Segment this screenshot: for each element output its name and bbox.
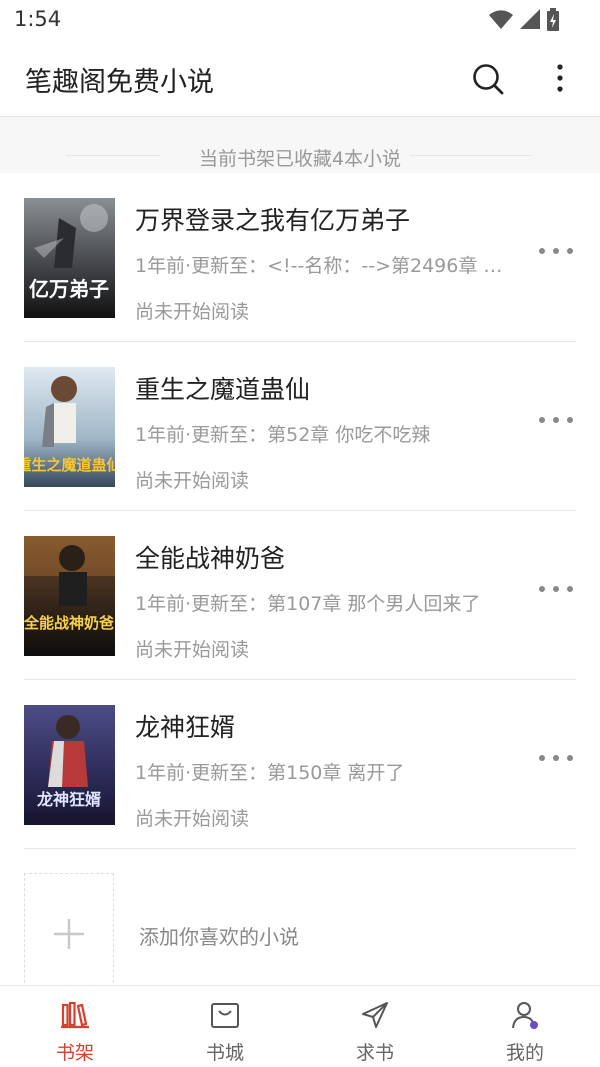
book-update: 1年前·更新至：第107章 那个男人回来了 — [135, 593, 481, 615]
book-item[interactable]: 全能战神奶爸 全能战神奶爸 1年前·更新至：第107章 那个男人回来了 尚未开始… — [24, 511, 576, 680]
book-read-status: 尚未开始阅读 — [135, 301, 250, 323]
book-update: 1年前·更新至：第52章 你吃不吃辣 — [135, 424, 431, 446]
more-horizontal-icon[interactable] — [538, 579, 574, 599]
shelf-count-banner: 当前书架已收藏4本小说 — [0, 117, 600, 173]
shelf-count-text: 当前书架已收藏4本小说 — [198, 148, 402, 170]
tab-request-book[interactable]: 求书 — [300, 986, 450, 1067]
add-book-box[interactable] — [24, 873, 114, 993]
wifi-icon — [488, 10, 513, 29]
add-book-item[interactable]: 添加你喜欢的小说 — [24, 873, 576, 993]
book-cover: 重生之魔道蛊仙 — [24, 367, 115, 487]
status-bar: 1:54 — [0, 0, 600, 40]
status-icons — [488, 8, 560, 32]
search-icon[interactable] — [470, 61, 506, 97]
book-item[interactable]: 重生之魔道蛊仙 重生之魔道蛊仙 1年前·更新至：第52章 你吃不吃辣 尚未开始阅… — [24, 342, 576, 511]
tab-bookshelf[interactable]: 书架 — [0, 986, 150, 1067]
bookstore-icon — [211, 1003, 239, 1028]
tab-label: 书城 — [205, 1042, 244, 1064]
book-item[interactable]: 龙神狂婿 龙神狂婿 1年前·更新至：第150章 离开了 尚未开始阅读 — [24, 680, 576, 849]
app-title: 笔趣阁免费小说 — [25, 67, 214, 98]
cover-text: 龙神狂婿 — [36, 790, 101, 809]
book-title: 重生之魔道蛊仙 — [135, 375, 311, 404]
more-horizontal-icon[interactable] — [538, 241, 574, 261]
tab-label: 我的 — [505, 1042, 544, 1064]
battery-icon — [547, 8, 559, 31]
status-time: 1:54 — [14, 7, 62, 31]
profile-icon — [512, 1002, 538, 1029]
cover-text: 重生之魔道蛊仙 — [24, 456, 115, 474]
tab-bookstore[interactable]: 书城 — [150, 986, 300, 1067]
book-cover: 全能战神奶爸 — [24, 536, 115, 656]
bookshelf-icon — [61, 1001, 89, 1029]
tab-label: 求书 — [355, 1042, 394, 1064]
book-read-status: 尚未开始阅读 — [135, 639, 250, 661]
add-book-text: 添加你喜欢的小说 — [139, 925, 299, 949]
app-bar: 笔趣阁免费小说 — [0, 40, 600, 117]
book-cover: 龙神狂婿 — [24, 705, 115, 825]
book-title: 万界登录之我有亿万弟子 — [135, 206, 411, 235]
book-cover: 亿万弟子 — [24, 198, 115, 318]
book-update: 1年前·更新至：<!--名称：-->第2496章 绿… — [135, 255, 503, 277]
book-item[interactable]: 亿万弟子 万界登录之我有亿万弟子 1年前·更新至：<!--名称：-->第2496… — [24, 173, 576, 342]
more-vertical-icon[interactable] — [548, 62, 572, 96]
book-read-status: 尚未开始阅读 — [135, 808, 250, 830]
book-title: 龙神狂婿 — [135, 713, 236, 742]
more-horizontal-icon[interactable] — [538, 748, 574, 768]
tab-label: 书架 — [55, 1042, 94, 1064]
book-update: 1年前·更新至：第150章 离开了 — [135, 762, 405, 784]
send-request-icon — [362, 1002, 388, 1028]
cover-text: 全能战神奶爸 — [24, 614, 114, 632]
book-title: 全能战神奶爸 — [135, 544, 286, 573]
signal-icon — [519, 9, 540, 29]
tab-profile[interactable]: 我的 — [450, 986, 600, 1067]
plus-icon — [54, 919, 84, 949]
cover-text: 亿万弟子 — [29, 277, 109, 301]
more-horizontal-icon[interactable] — [538, 410, 574, 430]
book-read-status: 尚未开始阅读 — [135, 470, 250, 492]
bottom-tab-bar: 书架 书城 求书 我的 — [0, 985, 600, 1067]
